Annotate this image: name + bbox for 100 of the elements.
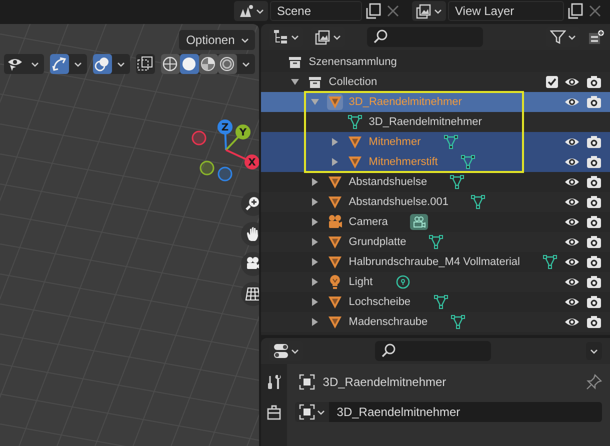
visibility-icon [6, 56, 23, 72]
material-sphere-icon [200, 56, 216, 72]
copy-icon[interactable] [365, 3, 381, 19]
camera-icon[interactable] [586, 174, 602, 190]
mesh-data-icon [346, 114, 363, 130]
shading-mode-button[interactable] [160, 54, 180, 74]
camera-icon[interactable] [245, 256, 259, 272]
camera-icon[interactable] [586, 94, 602, 110]
gizmo-toggle[interactable] [50, 54, 69, 74]
camera-icon[interactable] [586, 294, 602, 310]
copy-icon[interactable] [567, 3, 583, 19]
disclosure-triangle-icon[interactable] [290, 78, 299, 86]
mesh-data-icon[interactable] [442, 134, 459, 150]
zoom-icon[interactable] [245, 196, 259, 212]
negative-axis-handle[interactable] [218, 166, 232, 182]
grid-icon[interactable] [245, 286, 259, 302]
chevron-icon [242, 62, 250, 66]
chevron-icon [568, 34, 576, 40]
tool-icon[interactable] [266, 374, 282, 390]
camera-icon[interactable] [586, 274, 602, 290]
disclosure-triangle-icon[interactable] [310, 198, 319, 206]
collection-icon [286, 54, 303, 70]
camera-data-icon[interactable] [410, 214, 428, 230]
axis-handle[interactable]: Y [236, 124, 250, 140]
axis-handle[interactable]: Z [218, 120, 232, 134]
shading-mode-button[interactable] [180, 54, 199, 74]
options-dropdown[interactable] [586, 342, 602, 360]
object-name: Mitnehmerstift [368, 156, 438, 168]
object-name: 3D_Raendelmitnehmer [322, 375, 446, 389]
object-name: Collection [328, 76, 378, 88]
object-name: Halbrundschraube_M4 Vollmaterial [348, 256, 520, 268]
mesh-data-icon[interactable] [449, 174, 466, 190]
object-icon [298, 404, 315, 420]
image-stack-icon [314, 29, 331, 45]
disclosure-triangle-icon[interactable] [310, 278, 319, 286]
light-data-icon[interactable] [394, 274, 411, 290]
negative-axis-handle[interactable] [200, 160, 214, 176]
object-name: Abstandshuelse [348, 176, 428, 188]
chevron-icon [434, 8, 442, 14]
hand-icon[interactable] [245, 226, 259, 242]
overlay-toggle[interactable] [92, 54, 112, 74]
options-dropdown[interactable]: Optionen [179, 30, 255, 50]
shading-mode-button[interactable] [218, 54, 237, 74]
shading-mode-button[interactable] [198, 54, 218, 74]
disclosure-triangle-icon[interactable] [310, 318, 319, 326]
disclosure-triangle-icon[interactable] [330, 138, 339, 146]
gizmo-icon [51, 56, 68, 72]
mesh-data-icon[interactable] [450, 314, 466, 330]
search-icon [380, 343, 397, 359]
search-field[interactable] [374, 341, 491, 361]
pin-icon[interactable] [586, 374, 602, 390]
object-name: Madenschraube [348, 316, 428, 328]
mesh-object-icon [346, 154, 363, 170]
object-name: Camera [348, 216, 388, 228]
outliner-row[interactable]: Mitnehmer [260, 132, 610, 152]
camera-icon[interactable] [586, 154, 602, 170]
search-icon [372, 29, 389, 45]
chevron-icon [256, 8, 264, 14]
outliner-row[interactable]: Mitnehmerstift [260, 152, 610, 172]
name-field[interactable]: 3D_Raendelmitnehmer [328, 402, 602, 422]
new-collection-icon[interactable] [588, 29, 604, 45]
camera-icon[interactable] [586, 74, 602, 90]
checkbox[interactable] [546, 76, 558, 88]
3d-viewport[interactable]: Optionen Z Y X [0, 24, 259, 446]
mesh-data-icon[interactable] [542, 254, 558, 270]
camera-icon[interactable] [586, 234, 602, 250]
filter-icon [550, 29, 566, 45]
axis-handle[interactable]: X [244, 154, 259, 170]
negative-axis-handle[interactable] [192, 130, 206, 146]
search-field[interactable] [366, 27, 483, 47]
mesh-data-icon[interactable] [428, 234, 444, 250]
view-layer-field[interactable]: View Layer [448, 1, 564, 21]
mesh-data-icon[interactable] [470, 194, 486, 210]
camera-icon[interactable] [586, 314, 602, 330]
camera-icon[interactable] [586, 254, 602, 270]
chevron-icon [74, 62, 82, 66]
view-layer-type-button[interactable] [412, 1, 446, 21]
mesh-object-icon [326, 174, 343, 190]
toolbox-icon[interactable] [266, 404, 282, 420]
scene-field[interactable]: Scene [270, 1, 362, 21]
mesh-data-icon[interactable] [460, 154, 476, 170]
rendered-sphere-icon [219, 56, 236, 72]
camera-icon[interactable] [586, 194, 602, 210]
scene-type-button[interactable] [234, 1, 268, 21]
disclosure-triangle-icon[interactable] [310, 178, 319, 186]
disclosure-triangle-icon[interactable] [330, 158, 339, 166]
disclosure-triangle-icon[interactable] [310, 238, 319, 246]
disclosure-triangle-icon[interactable] [310, 258, 319, 266]
camera-icon[interactable] [586, 214, 602, 230]
chevron-icon [30, 62, 39, 66]
object-name: Grundplatte [348, 236, 406, 248]
mesh-object-icon [346, 134, 363, 150]
image-stack-icon [416, 3, 432, 19]
datablock-button[interactable] [294, 402, 329, 422]
overlay-icon [94, 56, 110, 72]
camera-icon[interactable] [586, 134, 602, 150]
mesh-object-icon [326, 254, 343, 270]
mesh-data-icon[interactable] [432, 294, 449, 310]
disclosure-triangle-icon[interactable] [310, 298, 319, 306]
disclosure-triangle-icon[interactable] [310, 218, 319, 226]
